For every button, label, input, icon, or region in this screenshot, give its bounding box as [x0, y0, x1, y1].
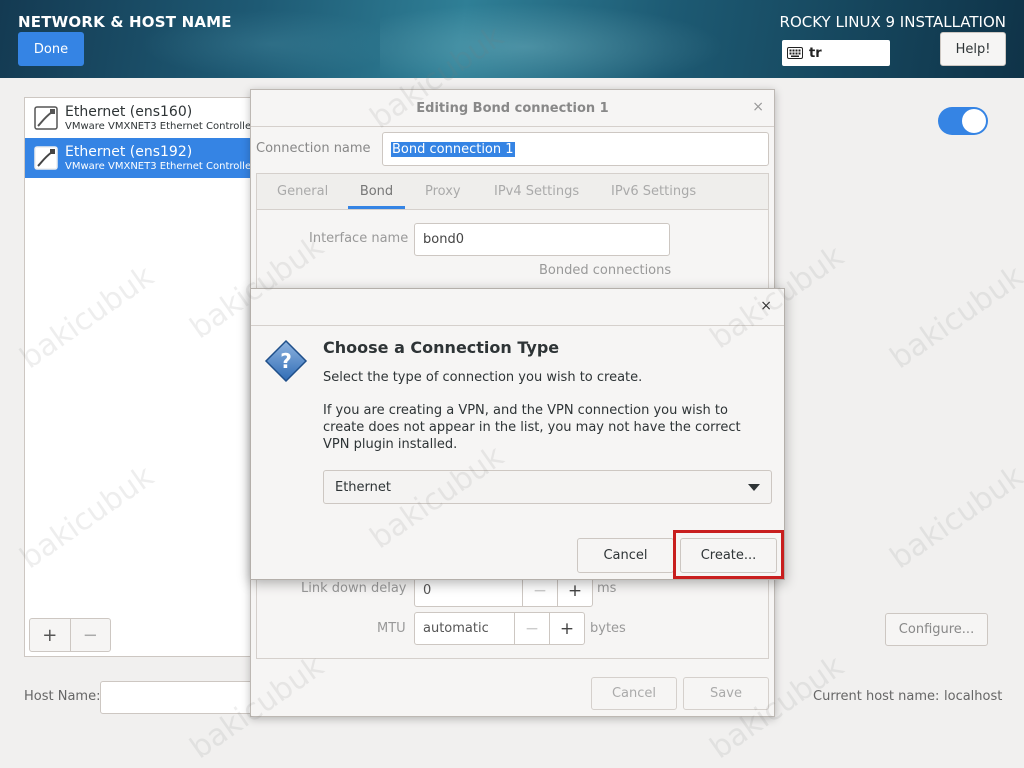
edit-dialog-cancel-button[interactable]: Cancel	[591, 677, 677, 710]
connection-type-dropdown[interactable]: Ethernet	[323, 470, 772, 504]
interface-name-input[interactable]: bond0	[414, 223, 670, 256]
question-icon: ?	[264, 339, 308, 383]
add-connection-button[interactable]: +	[30, 619, 70, 651]
choose-dialog-info: If you are creating a VPN, and the VPN c…	[323, 403, 741, 452]
bonded-connections-label: Bonded connections	[539, 263, 672, 278]
tab-general[interactable]: General	[277, 174, 328, 209]
connection-list: Ethernet (ens160) VMware VMXNET3 Etherne…	[24, 97, 264, 657]
edit-dialog-close-button[interactable]: ×	[752, 99, 764, 115]
host-name-label: Host Name:	[24, 689, 101, 704]
connection-description: VMware VMXNET3 Ethernet Controller	[65, 160, 256, 172]
done-button[interactable]: Done	[18, 32, 84, 66]
interface-name-label: Interface name	[309, 231, 409, 246]
mtu-spinner: automatic − +	[414, 612, 585, 645]
choose-dialog-close-button[interactable]: ×	[760, 298, 772, 314]
connection-name-input[interactable]: Bond connection 1	[382, 132, 769, 166]
connection-name: Ethernet (ens160)	[65, 103, 193, 120]
watermark: bakicubuk	[883, 258, 1024, 377]
remove-connection-button[interactable]: −	[69, 619, 111, 651]
edit-dialog-save-button[interactable]: Save	[683, 677, 769, 710]
mtu-unit: bytes	[590, 621, 626, 636]
connection-name-label: Connection name	[256, 141, 371, 156]
connection-name-value: Bond connection 1	[391, 141, 515, 157]
installation-title: ROCKY LINUX 9 INSTALLATION	[779, 13, 1006, 31]
connection-item-ens160[interactable]: Ethernet (ens160) VMware VMXNET3 Etherne…	[25, 98, 263, 138]
header-background	[380, 0, 740, 78]
tab-ipv4-settings[interactable]: IPv4 Settings	[494, 174, 579, 209]
connection-type-selected: Ethernet	[335, 479, 391, 495]
create-button-highlight	[673, 530, 784, 579]
keyboard-layout-indicator[interactable]: tr	[782, 40, 890, 66]
choose-dialog-titlebar	[251, 289, 784, 326]
mtu-decrement-button[interactable]: −	[514, 613, 549, 644]
ethernet-icon	[31, 103, 61, 133]
mtu-increment-button[interactable]: +	[549, 613, 584, 644]
header-bar	[0, 0, 1024, 78]
configure-button[interactable]: Configure...	[885, 613, 988, 646]
tab-bond[interactable]: Bond	[348, 174, 405, 209]
host-name-input[interactable]	[100, 681, 260, 714]
toggle-knob	[962, 109, 986, 133]
edit-dialog-title: Editing Bond connection 1	[251, 90, 774, 127]
edit-dialog-tabs: General Bond Proxy IPv4 Settings IPv6 Se…	[256, 173, 769, 210]
tab-proxy[interactable]: Proxy	[425, 174, 461, 209]
svg-text:?: ?	[280, 349, 292, 373]
page-title: NETWORK & HOST NAME	[18, 13, 232, 31]
help-button[interactable]: Help!	[940, 32, 1006, 66]
mtu-value[interactable]: automatic	[415, 613, 514, 644]
link-down-delay-unit: ms	[597, 581, 617, 596]
mtu-label: MTU	[377, 621, 406, 636]
connection-toggle[interactable]	[938, 107, 988, 135]
current-host-name-label: Current host name:	[813, 689, 940, 704]
watermark: bakicubuk	[883, 458, 1024, 577]
connection-list-toolbar: + −	[29, 618, 111, 652]
tab-ipv6-settings[interactable]: IPv6 Settings	[611, 174, 696, 209]
choose-dialog-heading: Choose a Connection Type	[323, 338, 560, 357]
choose-dialog-subtitle: Select the type of connection you wish t…	[323, 370, 643, 385]
connection-item-ens192[interactable]: Ethernet (ens192) VMware VMXNET3 Etherne…	[25, 138, 263, 178]
keyboard-layout-label: tr	[809, 45, 822, 61]
keyboard-icon	[787, 47, 803, 59]
ethernet-icon	[31, 143, 61, 173]
dropdown-arrow-icon	[748, 484, 760, 491]
connection-description: VMware VMXNET3 Ethernet Controller	[65, 120, 256, 132]
connection-name: Ethernet (ens192)	[65, 143, 193, 160]
link-down-delay-label: Link down delay	[301, 581, 407, 596]
choose-dialog-cancel-button[interactable]: Cancel	[577, 538, 674, 573]
current-host-name-value: localhost	[944, 689, 1003, 704]
